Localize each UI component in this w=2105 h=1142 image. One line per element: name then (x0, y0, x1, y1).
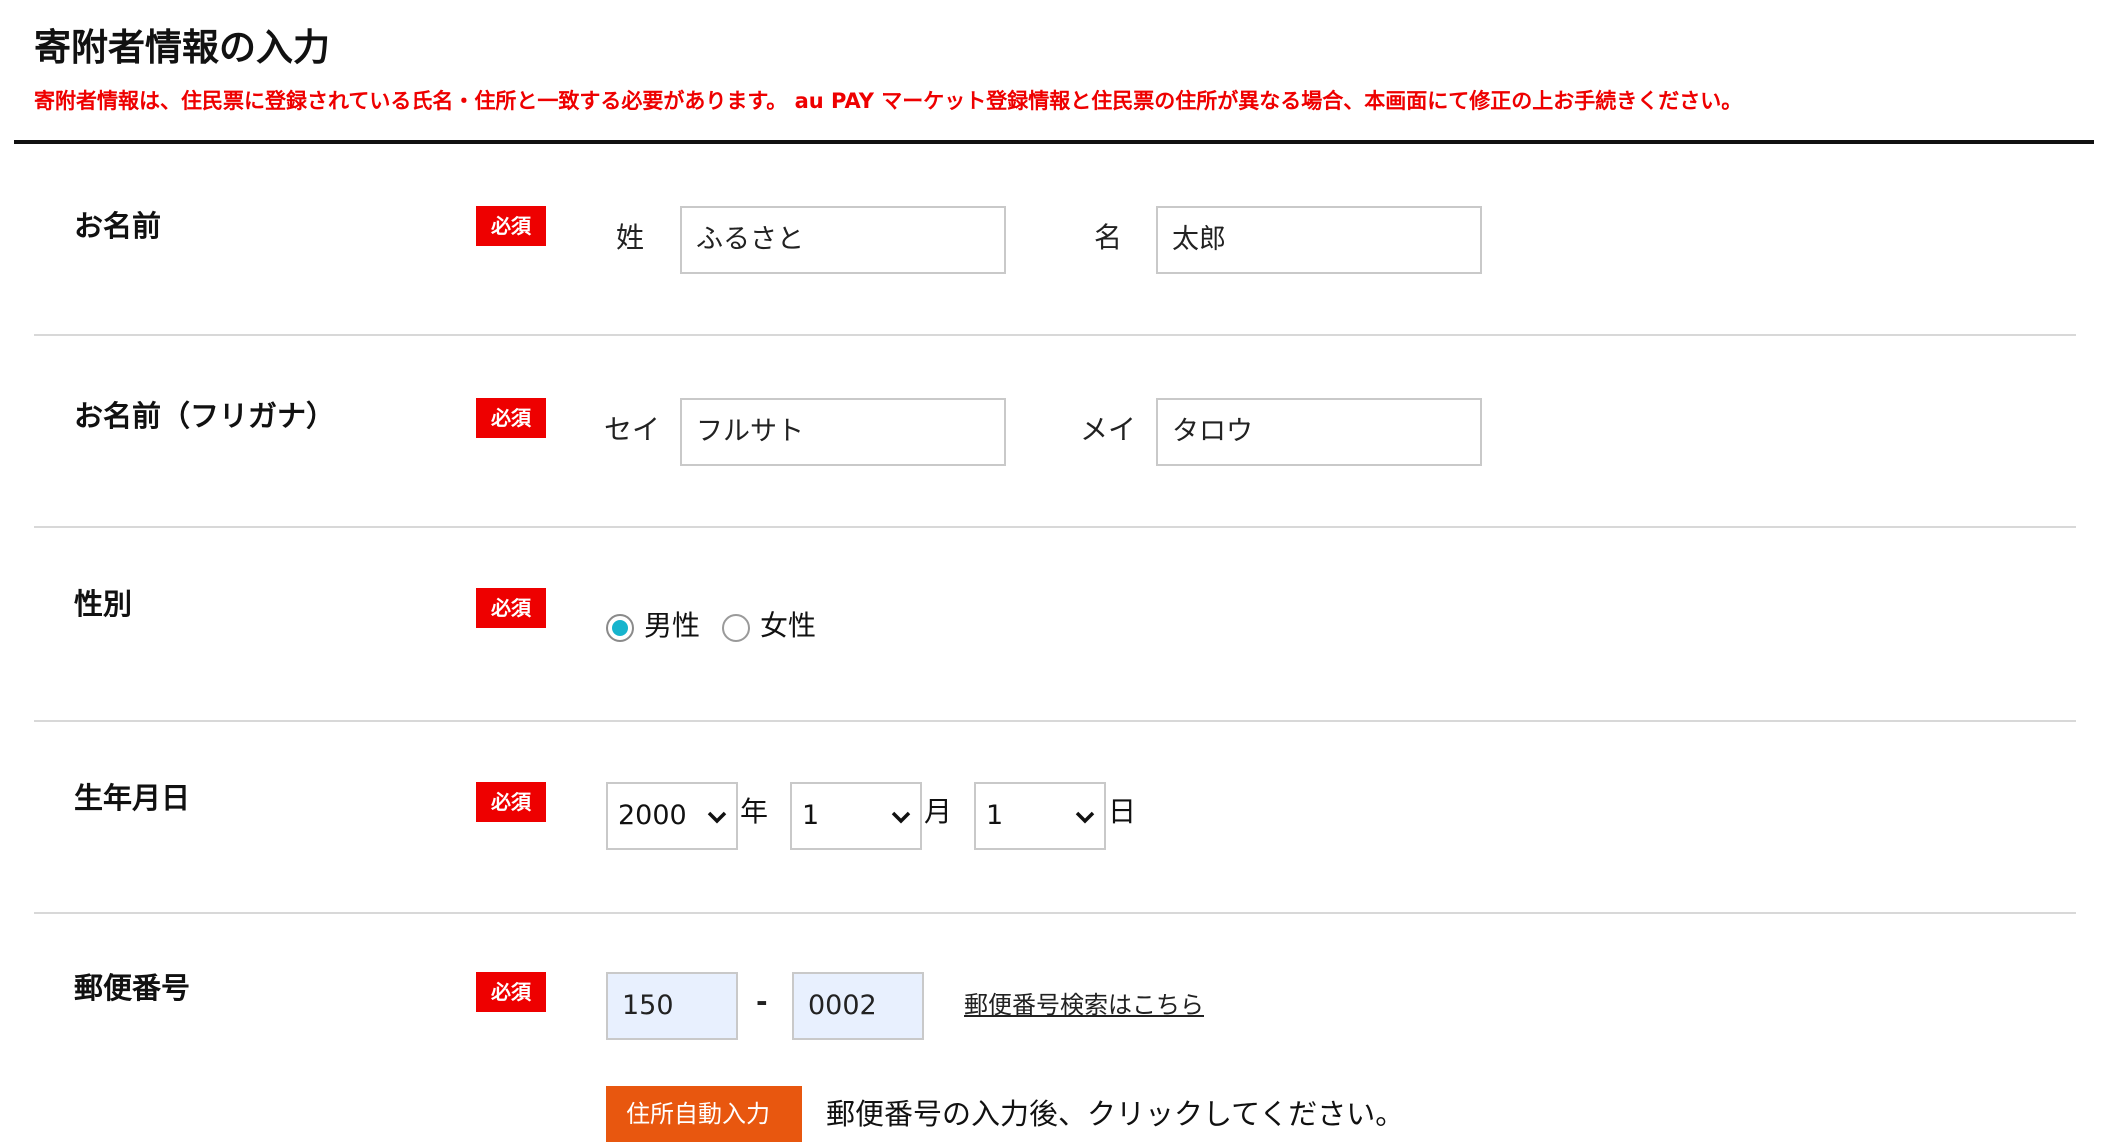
month-unit: 月 (924, 795, 953, 828)
chevron-down-icon (707, 811, 727, 824)
birth-day-select[interactable]: 1 (974, 782, 1106, 850)
postal-code-part1-input[interactable]: 150 (606, 972, 738, 1040)
first-name-label: 名 (1094, 221, 1123, 254)
name-kana-label: お名前（フリガナ） (74, 399, 336, 433)
last-name-label: 姓 (616, 221, 645, 254)
donor-info-form: 寄附者情報の入力 寄附者情報は、住民票に登録されている氏名・住所と一致する必要が… (0, 0, 2105, 1142)
birth-month-select[interactable]: 1 (790, 782, 922, 850)
postal-code-search-link[interactable]: 郵便番号検索はこちら (964, 990, 1204, 1020)
required-badge: 必須 (476, 398, 546, 438)
first-name-kana-input[interactable]: タロウ (1156, 398, 1482, 466)
required-badge: 必須 (476, 588, 546, 628)
day-unit: 日 (1108, 795, 1137, 828)
birth-year-select[interactable]: 2000 (606, 782, 738, 850)
required-badge: 必須 (476, 972, 546, 1012)
first-name-input[interactable]: 太郎 (1156, 206, 1482, 274)
birth-month-value: 1 (802, 800, 820, 831)
row-gender: 性別 必須 男性 女性 (34, 528, 2076, 722)
row-postal-code: 郵便番号 必須 150 - 0002 郵便番号検索はこちら 住所自動入力 郵便番… (34, 914, 2076, 1142)
first-name-kana-label: メイ (1080, 413, 1137, 446)
gender-female-label[interactable]: 女性 (760, 608, 816, 644)
postal-code-separator: - (756, 985, 768, 1018)
row-birthdate: 生年月日 必須 2000 年 1 月 1 日 (34, 722, 2076, 914)
chevron-down-icon (891, 811, 911, 824)
year-unit: 年 (740, 795, 769, 828)
postal-code-label: 郵便番号 (74, 971, 191, 1005)
address-autofill-hint: 郵便番号の入力後、クリックしてください。 (826, 1097, 1405, 1131)
postal-code-part2-input[interactable]: 0002 (792, 972, 924, 1040)
birthdate-label: 生年月日 (74, 781, 191, 815)
gender-label: 性別 (74, 587, 133, 621)
last-name-kana-input[interactable]: フルサト (680, 398, 1006, 466)
gender-male-radio[interactable] (606, 614, 634, 642)
gender-male-label[interactable]: 男性 (644, 608, 700, 644)
address-autofill-button[interactable]: 住所自動入力 (606, 1086, 802, 1142)
notice-text: 寄附者情報は、住民票に登録されている氏名・住所と一致する必要があります。 au … (34, 89, 1743, 113)
last-name-kana-label: セイ (604, 413, 661, 446)
chevron-down-icon (1075, 811, 1095, 824)
birth-day-value: 1 (986, 800, 1004, 831)
required-badge: 必須 (476, 782, 546, 822)
birth-year-value: 2000 (618, 800, 687, 831)
row-name-kana: お名前（フリガナ） 必須 セイ フルサト メイ タロウ (34, 336, 2076, 528)
required-badge: 必須 (476, 206, 546, 246)
row-name: お名前 必須 姓 ふるさと 名 太郎 (34, 144, 2076, 336)
last-name-input[interactable]: ふるさと (680, 206, 1006, 274)
name-label: お名前 (74, 209, 162, 243)
gender-female-radio[interactable] (722, 614, 750, 642)
page-title: 寄附者情報の入力 (34, 26, 330, 69)
